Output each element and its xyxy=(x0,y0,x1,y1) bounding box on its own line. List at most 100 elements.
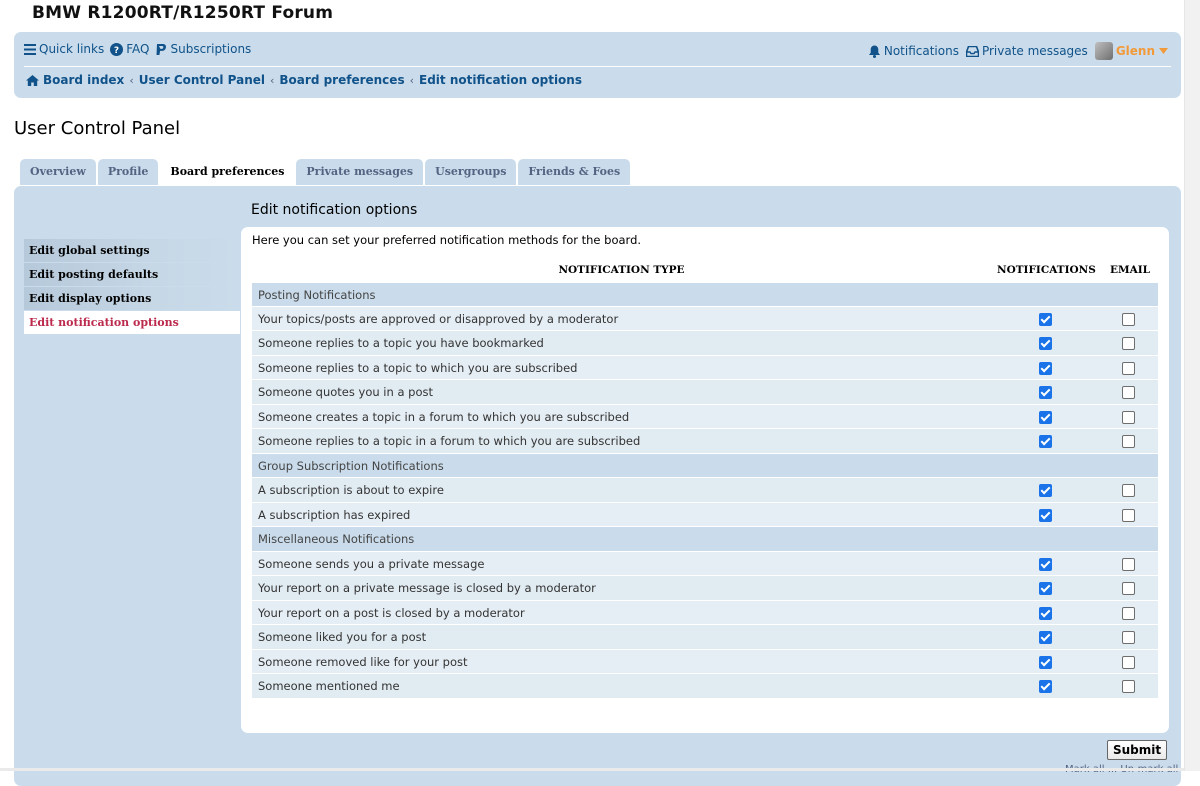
breadcrumb-ucp[interactable]: User Control Panel xyxy=(139,73,265,87)
breadcrumb-separator: ‹ xyxy=(270,73,275,87)
breadcrumb-board-index[interactable]: Board index xyxy=(43,73,124,87)
notification-checkbox[interactable] xyxy=(1039,508,1052,522)
content-title: Edit notification options xyxy=(251,202,418,218)
email-checkbox[interactable] xyxy=(1122,508,1135,522)
section-row: Miscellaneous Notifications xyxy=(251,527,1159,552)
private-messages-link[interactable]: Private messages xyxy=(965,44,1088,58)
notification-checkbox[interactable] xyxy=(1039,361,1052,375)
notification-checkbox[interactable] xyxy=(1039,410,1052,424)
header-notification-type: NOTIFICATION TYPE xyxy=(558,264,685,276)
breadcrumb-separator: ‹ xyxy=(129,73,134,87)
breadcrumb-edit-notification-options[interactable]: Edit notification options xyxy=(419,73,582,87)
notification-checkbox[interactable] xyxy=(1039,606,1052,620)
notification-checkbox[interactable] xyxy=(1039,435,1052,448)
page-title: User Control Panel xyxy=(14,118,181,139)
notification-checkbox[interactable] xyxy=(1039,484,1052,497)
email-checkbox[interactable] xyxy=(1122,606,1135,620)
side-item-global-settings[interactable]: Edit global settings xyxy=(24,239,240,262)
email-checkbox[interactable] xyxy=(1122,631,1135,644)
email-checkbox[interactable] xyxy=(1122,386,1135,399)
notification-type-label: Your report on a post is closed by a mod… xyxy=(258,605,525,620)
header-notifications: NOTIFICATIONS xyxy=(997,264,1096,276)
email-checkbox[interactable] xyxy=(1122,582,1135,595)
tab-profile[interactable]: Profile xyxy=(97,159,159,185)
notification-type-label: Someone liked you for a post xyxy=(258,630,427,644)
notification-type-label: Someone sends you a private message xyxy=(258,556,485,571)
user-menu[interactable]: Glenn xyxy=(1094,42,1171,60)
table-row: Someone quotes you in a post xyxy=(251,380,1159,405)
table-row: Your topics/posts are approved or disapp… xyxy=(251,306,1159,331)
subscriptions-link[interactable]: Subscriptions xyxy=(155,42,251,56)
table-body: Posting Notifications Your topics/posts a… xyxy=(251,282,1159,699)
nav-top-links: Quick links ? FAQ Subscriptions Notifica… xyxy=(24,42,1171,60)
side-item-posting-defaults[interactable]: Edit posting defaults xyxy=(24,263,240,286)
section-row: Posting Notifications xyxy=(251,282,1159,307)
notification-type-label: Someone removed like for your post xyxy=(258,654,468,669)
breadcrumb-board-preferences[interactable]: Board preferences xyxy=(279,73,404,87)
tab-private-messages[interactable]: Private messages xyxy=(296,159,424,185)
tab-overview[interactable]: Overview xyxy=(20,159,96,185)
avatar xyxy=(1094,42,1113,60)
email-checkbox[interactable] xyxy=(1122,435,1135,448)
notification-checkbox[interactable] xyxy=(1039,386,1052,399)
navbar: Quick links ? FAQ Subscriptions Notifica… xyxy=(14,32,1181,98)
notification-type-label: Someone replies to a topic in a forum to… xyxy=(258,434,641,448)
notification-type-label: A subscription has expired xyxy=(258,507,411,522)
notification-checkbox[interactable] xyxy=(1039,337,1052,350)
tab-friends-foes[interactable]: Friends & Foes xyxy=(518,159,631,185)
intro-text: Here you can set your preferred notifica… xyxy=(252,233,642,247)
bell-icon xyxy=(868,45,880,58)
email-checkbox[interactable] xyxy=(1122,312,1135,326)
private-messages-label: Private messages xyxy=(981,44,1088,58)
notification-type-label: Someone quotes you in a post xyxy=(258,385,433,399)
section-label: Miscellaneous Notifications xyxy=(258,532,415,546)
section-label: Group Subscription Notifications xyxy=(258,458,444,473)
quick-links-menu[interactable]: Quick links xyxy=(24,42,104,56)
notification-checkbox[interactable] xyxy=(1039,655,1052,669)
tab-usergroups[interactable]: Usergroups xyxy=(425,159,517,185)
notification-type-label: Your report on a private message is clos… xyxy=(258,581,596,595)
notifications-link[interactable]: Notifications xyxy=(868,44,959,58)
faq-link[interactable]: ? FAQ xyxy=(110,42,149,56)
notification-type-label: Someone replies to a topic you have book… xyxy=(258,336,544,350)
home-icon xyxy=(26,74,39,86)
svg-text:?: ? xyxy=(114,46,119,56)
side-menu: Edit global settings Edit posting defaul… xyxy=(24,239,240,335)
notification-checkbox[interactable] xyxy=(1039,312,1052,326)
table-row: Someone sends you a private message xyxy=(251,551,1159,576)
table-row: A subscription is about to expire xyxy=(251,478,1159,503)
email-checkbox[interactable] xyxy=(1122,557,1135,571)
subscriptions-label: Subscriptions xyxy=(170,42,252,56)
table-row: Your report on a private message is clos… xyxy=(251,576,1159,601)
email-checkbox[interactable] xyxy=(1122,484,1135,497)
notification-table: NOTIFICATION TYPE NOTIFICATIONS EMAIL Po… xyxy=(251,259,1159,699)
table-row: Your report on a post is closed by a mod… xyxy=(251,600,1159,625)
email-checkbox[interactable] xyxy=(1122,410,1135,424)
notification-type-label: Someone replies to a topic to which you … xyxy=(258,360,578,375)
notification-checkbox[interactable] xyxy=(1039,680,1052,693)
email-checkbox[interactable] xyxy=(1122,361,1135,375)
breadcrumb: Board index ‹ User Control Panel ‹ Board… xyxy=(26,73,582,87)
notification-checkbox[interactable] xyxy=(1039,631,1052,644)
notification-checkbox[interactable] xyxy=(1039,557,1052,571)
submit-button[interactable]: Submit xyxy=(1107,740,1168,760)
section-row: Group Subscription Notifications xyxy=(251,453,1159,478)
section-label: Posting Notifications xyxy=(258,288,376,302)
email-checkbox[interactable] xyxy=(1122,680,1135,693)
tab-board-preferences[interactable]: Board preferences xyxy=(160,159,295,186)
table-row: Someone creates a topic in a forum to wh… xyxy=(251,404,1159,429)
notification-checkbox[interactable] xyxy=(1039,582,1052,595)
email-checkbox[interactable] xyxy=(1122,655,1135,669)
side-item-display-options[interactable]: Edit display options xyxy=(24,287,240,310)
hamburger-icon xyxy=(24,43,36,55)
site-title: BMW R1200RT/R1250RT Forum xyxy=(32,3,334,23)
username: Glenn xyxy=(1115,44,1155,58)
side-item-notification-options[interactable]: Edit notification options xyxy=(24,311,240,334)
table-row: Someone replies to a topic in a forum to… xyxy=(251,429,1159,454)
notification-type-label: A subscription is about to expire xyxy=(258,483,444,497)
vertical-scrollbar[interactable] xyxy=(1184,0,1200,771)
question-circle-icon: ? xyxy=(110,42,124,56)
inbox-icon xyxy=(965,45,979,57)
ucp-tabs: Overview Profile Board preferences Priva… xyxy=(20,159,632,186)
email-checkbox[interactable] xyxy=(1122,337,1135,350)
